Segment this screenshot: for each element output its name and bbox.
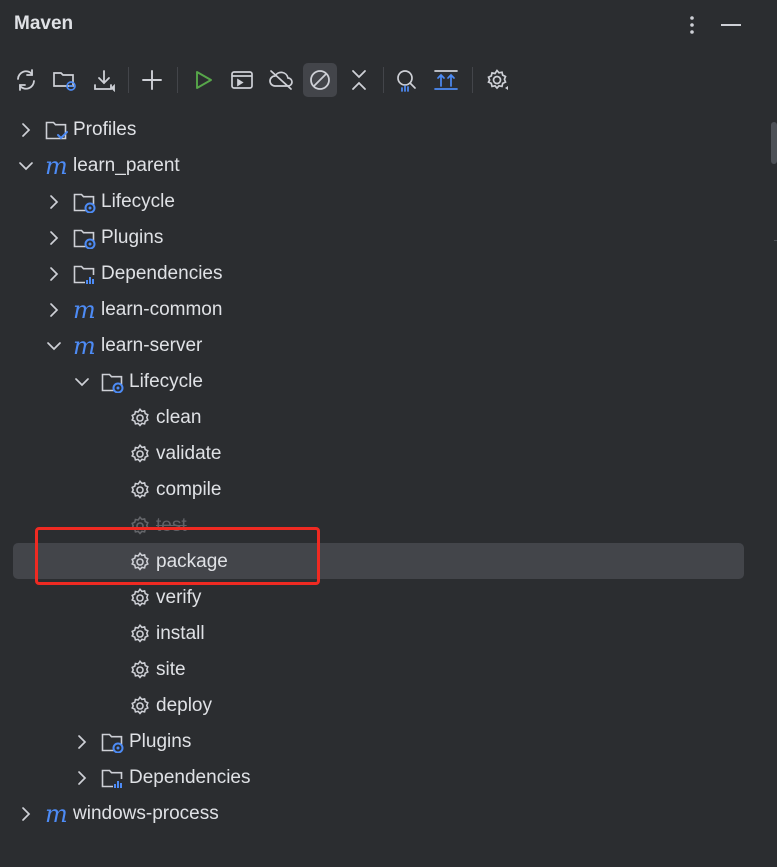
download-icon[interactable] [87,63,121,97]
chevron-right-icon[interactable] [73,769,91,787]
show-dependencies-icon[interactable] [429,63,463,97]
gear-icon [129,587,153,609]
tree-item-label: learn-server [101,335,203,356]
tree-item-label: Dependencies [129,767,251,788]
chevron-right-icon[interactable] [17,121,35,139]
chevron-right-icon[interactable] [17,805,35,823]
maven-toolbar [0,62,777,98]
tree-row[interactable]: deploy [0,688,760,724]
maven-project-icon: m [45,152,68,180]
tree-row[interactable]: verify [0,580,760,616]
scrollbar-thumb[interactable] [771,122,777,164]
tree-row[interactable]: Dependencies [0,760,760,796]
tree-item-label: Dependencies [101,263,223,284]
dependencies-folder-icon [101,767,125,789]
gear-icon [129,623,153,645]
chevron-right-icon[interactable] [45,193,63,211]
chevron-down-icon[interactable] [73,373,91,391]
tree-row[interactable]: site [0,652,760,688]
chevron-right-icon[interactable] [45,265,63,283]
settings-icon[interactable] [480,63,514,97]
panel-header: Maven [0,0,777,50]
tree-item-label: Plugins [129,731,192,752]
chevron-right-icon[interactable] [73,733,91,751]
annotation-highlight-box [35,527,320,585]
offline-mode-icon[interactable] [264,63,298,97]
gear-icon [129,443,153,465]
tree-row[interactable]: Plugins [0,724,760,760]
plugins-folder-icon [101,731,125,754]
tree-row[interactable]: Plugins [0,220,760,256]
tree-item-label: install [156,623,205,644]
plugins-folder-icon [73,227,97,250]
lifecycle-folder-icon [73,191,97,214]
dependencies-folder-icon [73,263,97,285]
tree-item-label: Profiles [73,119,137,140]
tree-row[interactable]: Dependencies [0,256,760,292]
tree-row[interactable]: m learn_parent [0,148,760,184]
gear-icon [129,407,153,429]
tree-row[interactable]: clean [0,400,760,436]
maven-project-icon: m [73,296,96,324]
run-icon[interactable] [186,63,220,97]
maven-project-icon: m [45,800,68,828]
gear-icon [129,695,153,717]
profiles-folder-icon [45,119,69,141]
tree-row[interactable]: validate [0,436,760,472]
tree-row[interactable]: Profiles [0,112,760,148]
tree-item-label: site [156,659,186,680]
tree-item-label: Lifecycle [129,371,203,392]
tree-row[interactable]: Lifecycle [0,184,760,220]
skip-tests-icon[interactable] [303,63,337,97]
chevron-down-icon[interactable] [17,157,35,175]
tree-item-label: validate [156,443,222,464]
more-options-icon[interactable] [679,12,705,38]
tree-row[interactable]: m learn-server [0,328,760,364]
reload-icon[interactable] [9,63,43,97]
collapse-all-icon[interactable] [342,63,376,97]
tree-row[interactable]: install [0,616,760,652]
analyze-dependencies-icon[interactable] [390,63,424,97]
tree-item-label: windows-process [73,803,219,824]
gear-icon [129,479,153,501]
chevron-right-icon[interactable] [45,229,63,247]
tree-item-label: Plugins [101,227,164,248]
tree-item-label: Lifecycle [101,191,175,212]
tree-row[interactable]: m learn-common [0,292,760,328]
chevron-down-icon[interactable] [45,337,63,355]
tree-item-label: clean [156,407,202,428]
gear-icon [129,659,153,681]
tree-row[interactable]: m windows-process [0,796,760,832]
generate-sources-icon[interactable] [48,63,82,97]
chevron-right-icon[interactable] [45,301,63,319]
hide-panel-icon[interactable] [718,12,744,38]
tree-item-label: compile [156,479,222,500]
panel-title: Maven [14,13,74,34]
tree-item-label: deploy [156,695,212,716]
tree-item-label: learn_parent [73,155,180,176]
add-icon[interactable] [135,63,169,97]
tree-row[interactable]: Lifecycle [0,364,760,400]
tree-item-label: verify [156,587,202,608]
maven-project-icon: m [73,332,96,360]
tree-row[interactable]: compile [0,472,760,508]
execute-goal-icon[interactable] [225,63,259,97]
tree-item-label: learn-common [101,299,223,320]
lifecycle-folder-icon [101,371,125,394]
